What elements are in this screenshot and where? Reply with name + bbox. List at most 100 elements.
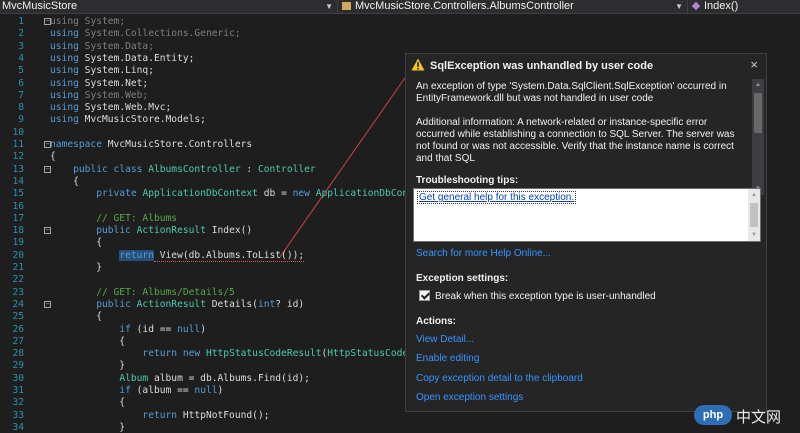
exception-message: An exception of type 'System.Data.SqlCli… [416,81,727,104]
code-text: using System.Collections.Generic; [50,28,241,40]
code-text: namespace MvcMusicStore.Controllers [50,139,253,150]
code-text: using System.Web; [50,89,149,101]
exception-settings-header: Exception settings: [416,273,509,284]
line-number: 17 [12,212,24,224]
scroll-up-icon[interactable]: ▲ [748,189,760,201]
break-checkbox-label[interactable]: Break when this exception type is user-u… [435,291,656,302]
code-text: using System.Web.Mvc; [50,102,172,114]
line-number: 29 [12,360,24,372]
line-number: 7 [18,89,24,101]
code-text: if (id == null) [119,323,206,335]
line-number: 14 [12,175,24,187]
exception-title: SqlException was unhandled by user code [430,60,654,72]
class-icon [342,2,351,10]
code-text: { [50,237,102,249]
open-exception-settings-link[interactable]: Open exception settings [416,392,523,403]
code-text: using System.Linq; [50,65,154,77]
scrollbar-thumb[interactable] [754,93,762,133]
php-logo: php [694,405,732,425]
enable-editing-link[interactable]: Enable editing [416,353,479,364]
scroll-down-icon[interactable]: ▼ [748,229,760,241]
line-number: 6 [18,77,24,89]
code-text: using System.Data; [50,40,154,52]
line-number: 9 [18,114,24,126]
code-text: { [50,311,102,323]
line-number: 21 [12,262,24,273]
code-text: { [50,175,79,187]
line-number: 22 [12,274,24,286]
code-text: public class AlbumsController : Controll… [73,163,316,175]
actions-header: Actions: [416,316,456,327]
warning-icon [411,58,425,71]
code-text: using System; [50,16,126,27]
message-scrollbar[interactable]: ▲ ▼ [752,79,764,195]
watermark: php 中文网 [694,401,798,429]
code-text: using System.Net; [50,77,149,89]
line-number: 8 [18,102,24,114]
code-text: Album album = db.Albums.Find(id); [119,372,310,384]
code-text: using System.Data.Entity; [50,52,195,64]
tips-scrollbar[interactable]: ▲ ▼ [748,189,760,241]
search-help-online-link[interactable]: Search for more Help Online... [416,248,551,259]
line-number: 19 [12,237,24,249]
type-dropdown-label: MvcMusicStore.Controllers.AlbumsControll… [355,0,574,12]
member-dropdown-label: Index() [704,0,739,12]
general-help-link[interactable]: Get general help for this exception. [417,191,577,204]
code-text: { [50,151,56,163]
scrollbar-thumb[interactable] [750,203,758,227]
line-number: 12 [12,151,24,163]
code-text: } [50,262,102,273]
line-number: 24 [12,298,24,310]
watermark-text: 中文网 [736,408,782,426]
navigation-bar: MvcMusicStore ▼ MvcMusicStore.Controller… [0,0,800,14]
line-number: 1 [18,16,24,27]
code-text: { [50,335,126,347]
code-text: public ActionResult Details(int? id) [96,298,305,310]
project-dropdown-label: MvcMusicStore [2,0,78,12]
chevron-down-icon: ▼ [675,2,683,11]
scroll-up-icon[interactable]: ▲ [752,79,764,91]
code-text: // GET: Albums [50,212,178,224]
line-number: 27 [12,335,24,347]
line-number: 10 [12,126,24,138]
exception-helper-popup: SqlException was unhandled by user code … [405,53,767,412]
exception-title-bar: SqlException was unhandled by user code … [406,54,766,78]
type-dropdown[interactable]: MvcMusicStore.Controllers.AlbumsControll… [338,0,688,14]
line-number: 4 [18,52,24,64]
line-number: 11 [12,139,24,150]
view-detail-link[interactable]: View Detail... [416,334,474,345]
code-text: return new HttpStatusCodeResult(HttpStat… [142,348,454,360]
close-button[interactable]: × [750,57,758,72]
line-number: 5 [18,65,24,77]
troubleshooting-tips-box[interactable]: Get general help for this exception. ▲ ▼ [413,188,761,242]
code-text: } [50,421,126,433]
project-dropdown[interactable]: MvcMusicStore ▼ [0,0,338,14]
line-number: 3 [18,40,24,52]
troubleshooting-tips-header: Troubleshooting tips: [416,175,519,186]
code-text: using MvcMusicStore.Models; [50,114,206,126]
code-text: if (album == null) [119,385,224,396]
line-number: 13 [12,163,24,175]
line-number: 15 [12,188,24,200]
chevron-down-icon: ▼ [325,2,333,11]
line-number: 26 [12,323,24,335]
code-text: return HttpNotFound(); [142,409,270,421]
code-text: { [50,397,126,409]
line-number: 2 [18,28,24,40]
code-text: public ActionResult Index() [96,225,253,237]
member-dropdown[interactable]: Index() [688,0,800,14]
line-number: 20 [12,249,24,261]
additional-information: Additional information: A network-relate… [416,117,735,164]
line-number: 25 [12,311,24,323]
line-number: 18 [12,225,24,237]
line-number: 23 [12,286,24,298]
code-text: private ApplicationDbContext db = new Ap… [96,188,443,200]
line-number: 32 [12,397,24,409]
method-icon [691,1,701,11]
code-text: // GET: Albums/Details/5 [50,286,235,298]
break-checkbox[interactable] [419,290,430,301]
line-number: 33 [12,409,24,421]
line-number: 16 [12,200,24,212]
code-text: } [50,360,126,372]
copy-exception-detail-link[interactable]: Copy exception detail to the clipboard [416,373,583,384]
